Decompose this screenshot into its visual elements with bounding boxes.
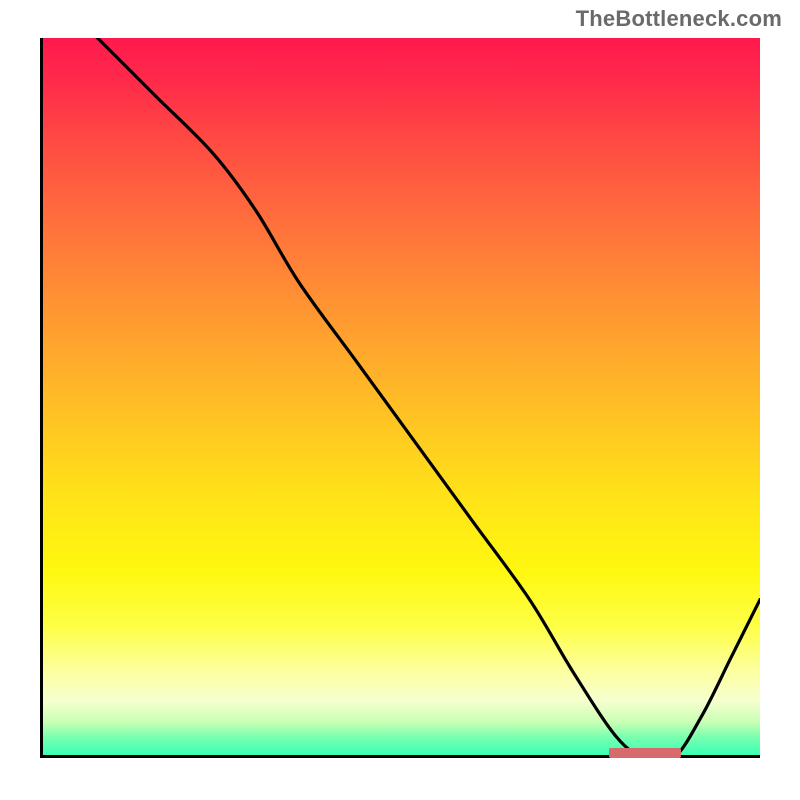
watermark-text: TheBottleneck.com [576,6,782,32]
line-curve [40,38,760,758]
chart-container [40,38,760,758]
highlight-x-range-marker [609,748,681,758]
